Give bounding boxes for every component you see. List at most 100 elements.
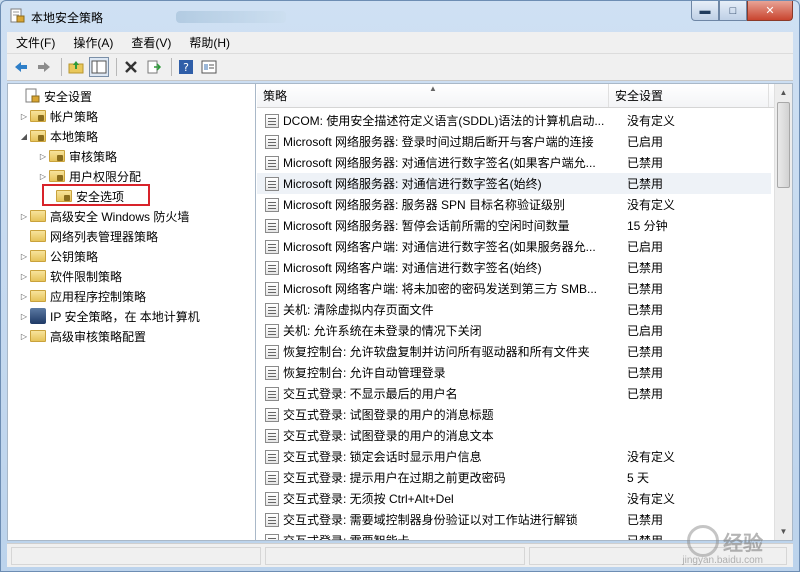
show-hide-console-tree-button[interactable] [89,57,109,77]
tree-label: 安全设置 [44,89,93,104]
expand-arrow-icon[interactable]: ▷ [18,292,30,301]
expand-arrow-icon[interactable]: ▷ [18,252,30,261]
tree-item-audit-policy[interactable]: ▷ 审核策略 [37,146,117,166]
tree-item-app-control[interactable]: ▷ 应用程序控制策略 [18,286,146,306]
expand-arrow-icon[interactable]: ▷ [18,312,30,321]
menu-help[interactable]: 帮助(H) [180,34,239,51]
policy-name: DCOM: 使用安全描述符定义语言(SDDL)语法的计算机启动... [283,114,605,128]
scrollbar-thumb[interactable] [777,102,790,188]
table-row[interactable]: 交互式登录: 锁定会话时显示用户信息 没有定义 [257,446,771,467]
maximize-button[interactable]: □ [719,1,747,21]
properties-button[interactable] [199,57,219,77]
forward-button[interactable] [34,57,54,77]
window-title: 本地安全策略 [31,11,104,25]
main-window: 本地安全策略 ▬ □ ✕ 文件(F) 操作(A) 查看(V) 帮助(H) ? 安… [0,0,800,572]
policy-name: 恢复控制台: 允许软盘复制并访问所有驱动器和所有文件夹 [283,345,590,359]
policy-name: Microsoft 网络服务器: 对通信进行数字签名(如果客户端允... [283,156,596,170]
tree-label: 用户权限分配 [69,169,142,184]
tree-label: 本地策略 [50,129,99,144]
policy-icon [265,470,279,485]
policy-setting: 5 天 [627,471,650,485]
table-row[interactable]: Microsoft 网络服务器: 对通信进行数字签名(如果客户端允... 已禁用 [257,152,771,173]
scroll-down-icon[interactable]: ▼ [775,523,792,540]
table-row-hovered[interactable]: Microsoft 网络服务器: 对通信进行数字签名(始终) 已禁用 [257,173,771,194]
column-header-policy[interactable]: ▲ 策略 [257,84,609,107]
table-row[interactable]: 交互式登录: 提示用户在过期之前更改密码 5 天 [257,467,771,488]
table-row[interactable]: 交互式登录: 不显示最后的用户名 已禁用 [257,383,771,404]
table-row[interactable]: Microsoft 网络客户端: 对通信进行数字签名(始终) 已禁用 [257,257,771,278]
scroll-up-icon[interactable]: ▲ [775,84,792,101]
policy-name: 交互式登录: 需要智能卡 [283,532,621,540]
table-row[interactable]: DCOM: 使用安全描述符定义语言(SDDL)语法的计算机启动... 没有定义 [257,110,771,131]
tree-item-software-restriction[interactable]: ▷ 软件限制策略 [18,266,122,286]
tree-item-advanced-audit[interactable]: ▷ 高级审核策略配置 [18,326,146,346]
policy-setting: 已启用 [627,135,664,149]
tree-item-network-list[interactable]: 网络列表管理器策略 [18,226,158,246]
tree-label: 软件限制策略 [50,269,123,284]
policy-icon [265,449,279,464]
tree-item-local-policy[interactable]: ◢ 本地策略 [18,126,98,146]
tree-item-ipsec[interactable]: ▷ IP 安全策略，在 本地计算机 [18,306,200,326]
toolbar-separator [61,58,62,76]
folder-icon [30,110,46,122]
menu-file[interactable]: 文件(F) [7,34,64,51]
policy-name: 交互式登录: 锁定会话时显示用户信息 [283,450,482,464]
back-button[interactable] [11,57,31,77]
policy-setting: 已启用 [627,240,664,254]
close-button[interactable]: ✕ [747,1,793,21]
table-row[interactable]: 关机: 清除虚拟内存页面文件 已禁用 [257,299,771,320]
table-row[interactable]: 交互式登录: 试图登录的用户的消息标题 [257,404,771,425]
table-row[interactable]: 恢复控制台: 允许软盘复制并访问所有驱动器和所有文件夹 已禁用 [257,341,771,362]
vertical-scrollbar[interactable]: ▲ ▼ [774,84,792,540]
toolbar-separator [116,58,117,76]
table-row[interactable]: 交互式登录: 试图登录的用户的消息文本 [257,425,771,446]
security-settings-icon [25,88,40,103]
table-row[interactable]: Microsoft 网络客户端: 对通信进行数字签名(如果服务器允... 已启用 [257,236,771,257]
collapse-arrow-icon[interactable]: ◢ [18,132,30,141]
help-button[interactable]: ? [176,57,196,77]
tree-label: IP 安全策略，在 本地计算机 [50,309,200,324]
table-row[interactable]: 恢复控制台: 允许自动管理登录 已禁用 [257,362,771,383]
menu-action[interactable]: 操作(A) [64,34,122,51]
policy-icon [265,365,279,380]
export-list-button[interactable] [144,57,164,77]
expand-arrow-icon[interactable]: ▷ [18,212,30,221]
expand-arrow-icon[interactable]: ▷ [18,332,30,341]
table-row[interactable]: 交互式登录: 需要域控制器身份验证以对工作站进行解锁 已禁用 [257,509,771,530]
tree-item-firewall[interactable]: ▷ 高级安全 Windows 防火墙 [18,206,189,226]
tree-item-public-key[interactable]: ▷ 公钥策略 [18,246,98,266]
table-row[interactable]: Microsoft 网络客户端: 将未加密的密码发送到第三方 SMB... 已禁用 [257,278,771,299]
expand-arrow-icon[interactable]: ▷ [18,112,30,121]
policy-setting: 已禁用 [627,156,664,170]
table-row[interactable]: Microsoft 网络服务器: 暂停会话前所需的空闲时间数量 15 分钟 [257,215,771,236]
menu-bar: 文件(F) 操作(A) 查看(V) 帮助(H) [7,32,793,54]
toolbar-separator [171,58,172,76]
table-row[interactable]: Microsoft 网络服务器: 服务器 SPN 目标名称验证级别 没有定义 [257,194,771,215]
expand-arrow-icon[interactable]: ▷ [37,152,49,161]
expand-arrow-icon[interactable]: ▷ [37,172,49,181]
status-segment [529,547,787,565]
tree-item-user-rights[interactable]: ▷ 用户权限分配 [37,166,141,186]
minimize-button[interactable]: ▬ [691,1,719,21]
tree-item-account-policy[interactable]: ▷ 帐户策略 [18,106,98,126]
expand-arrow-icon[interactable]: ▷ [18,272,30,281]
policy-setting: 已禁用 [627,366,664,380]
table-row[interactable]: 交互式登录: 需要智能卡已禁用 [257,530,771,540]
table-row[interactable]: 交互式登录: 无须按 Ctrl+Alt+Del 没有定义 [257,488,771,509]
table-row[interactable]: Microsoft 网络服务器: 登录时间过期后断开与客户端的连接 已启用 [257,131,771,152]
policy-icon [265,176,279,191]
policy-name: Microsoft 网络客户端: 对通信进行数字签名(始终) [283,261,542,275]
up-one-level-button[interactable] [66,57,86,77]
list-header: ▲ 策略 安全设置 [257,84,792,108]
folder-icon [30,230,46,242]
policy-setting: 没有定义 [627,492,676,506]
table-row[interactable]: 关机: 允许系统在未登录的情况下关闭 已启用 [257,320,771,341]
policy-name: 关机: 清除虚拟内存页面文件 [283,303,434,317]
tree-item-security-settings[interactable]: 安全设置 [12,86,92,106]
back-arrow-icon [15,62,27,72]
policy-icon [265,239,279,254]
menu-view[interactable]: 查看(V) [122,34,180,51]
column-header-setting[interactable]: 安全设置 [609,84,769,107]
delete-button[interactable] [121,57,141,77]
status-bar [7,543,793,567]
